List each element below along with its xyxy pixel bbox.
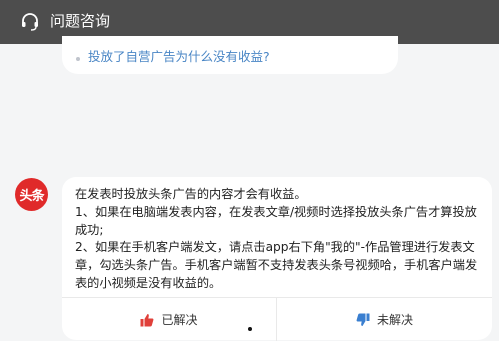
headset-icon <box>22 13 38 31</box>
unsolved-label: 未解决 <box>376 313 413 327</box>
answer-card: 在发表时投放头条广告的内容才会有收益。 1、如果在电脑端发表内容，在发表文章/视… <box>62 177 492 341</box>
bullet-dot <box>76 57 80 61</box>
thumbs-down-icon <box>356 313 370 326</box>
feedback-bar: 已解决 未解决 <box>62 297 492 341</box>
answer-line: 2、如果在手机客户端发文，请点击app右下角"我的"-作品管理进行发表文章，勾选… <box>75 240 478 290</box>
answer-text: 在发表时投放头条广告的内容才会有收益。 1、如果在电脑端发表内容，在发表文章/视… <box>75 186 483 293</box>
scroll-indicator <box>248 327 252 331</box>
answer-line: 在发表时投放头条广告的内容才会有收益。 <box>75 187 307 201</box>
bot-avatar: 头条 <box>15 178 48 211</box>
unsolved-button[interactable]: 未解决 <box>277 298 492 341</box>
thumbs-up-icon <box>140 313 154 326</box>
answer-line: 1、如果在电脑端发表内容，在发表文章/视频时选择投放头条广告才算投放成功; <box>75 204 477 237</box>
solved-label: 已解决 <box>161 313 198 327</box>
page-title: 问题咨询 <box>50 12 111 30</box>
solved-button[interactable]: 已解决 <box>62 298 276 341</box>
suggested-question-card: 投放了自营广告为什么没有收益? <box>62 36 398 74</box>
suggested-question-link[interactable]: 投放了自营广告为什么没有收益? <box>88 48 270 66</box>
